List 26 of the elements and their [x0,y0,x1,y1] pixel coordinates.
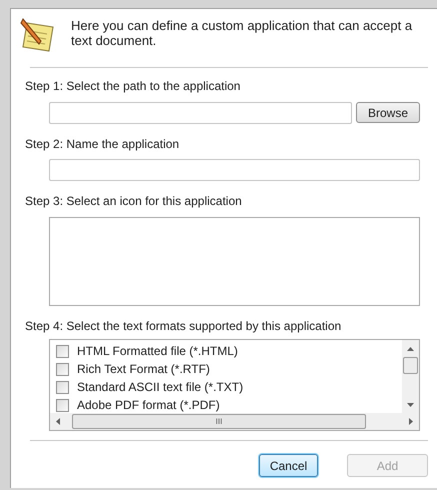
browse-button[interactable]: Browse [356,102,420,123]
step-label: Step 3: Select an icon for this application [25,194,243,209]
header-text: Here you can define a custom application that can accept a text document. [71,18,414,48]
scroll-right-icon[interactable] [409,418,413,425]
step-label: Step 2: Name the application [25,137,180,152]
step-label: Step 4: Select the text formats supported by this application [25,319,342,334]
format-option[interactable]: Adobe PDF format (*.PDF) [56,396,402,413]
checkbox[interactable] [56,362,69,376]
step-label: Step 1: Select the path to the application [25,79,242,94]
scroll-up-icon[interactable] [407,347,414,351]
name-field[interactable] [49,159,420,181]
path-field[interactable] [49,102,352,124]
checkbox[interactable] [56,380,69,394]
horizontal-scroll-thumb[interactable]: III [72,414,366,429]
format-option[interactable]: Rich Text Format (*.RTF) [56,360,402,378]
checkbox[interactable] [56,344,69,358]
format-option[interactable]: Standard ASCII text file (*.TXT) [56,378,402,396]
vertical-scrollbar[interactable] [402,340,419,413]
scroll-left-icon[interactable] [56,418,60,425]
horizontal-scrollbar[interactable]: III [50,413,419,430]
cancel-button[interactable]: Cancel [259,454,318,477]
scroll-down-icon[interactable] [407,403,414,407]
scroll-thumb[interactable] [403,357,418,374]
format-option[interactable]: HTML Formatted file (*.HTML) [56,342,402,360]
checkbox[interactable] [56,398,69,412]
icon-list-box[interactable] [49,217,420,306]
